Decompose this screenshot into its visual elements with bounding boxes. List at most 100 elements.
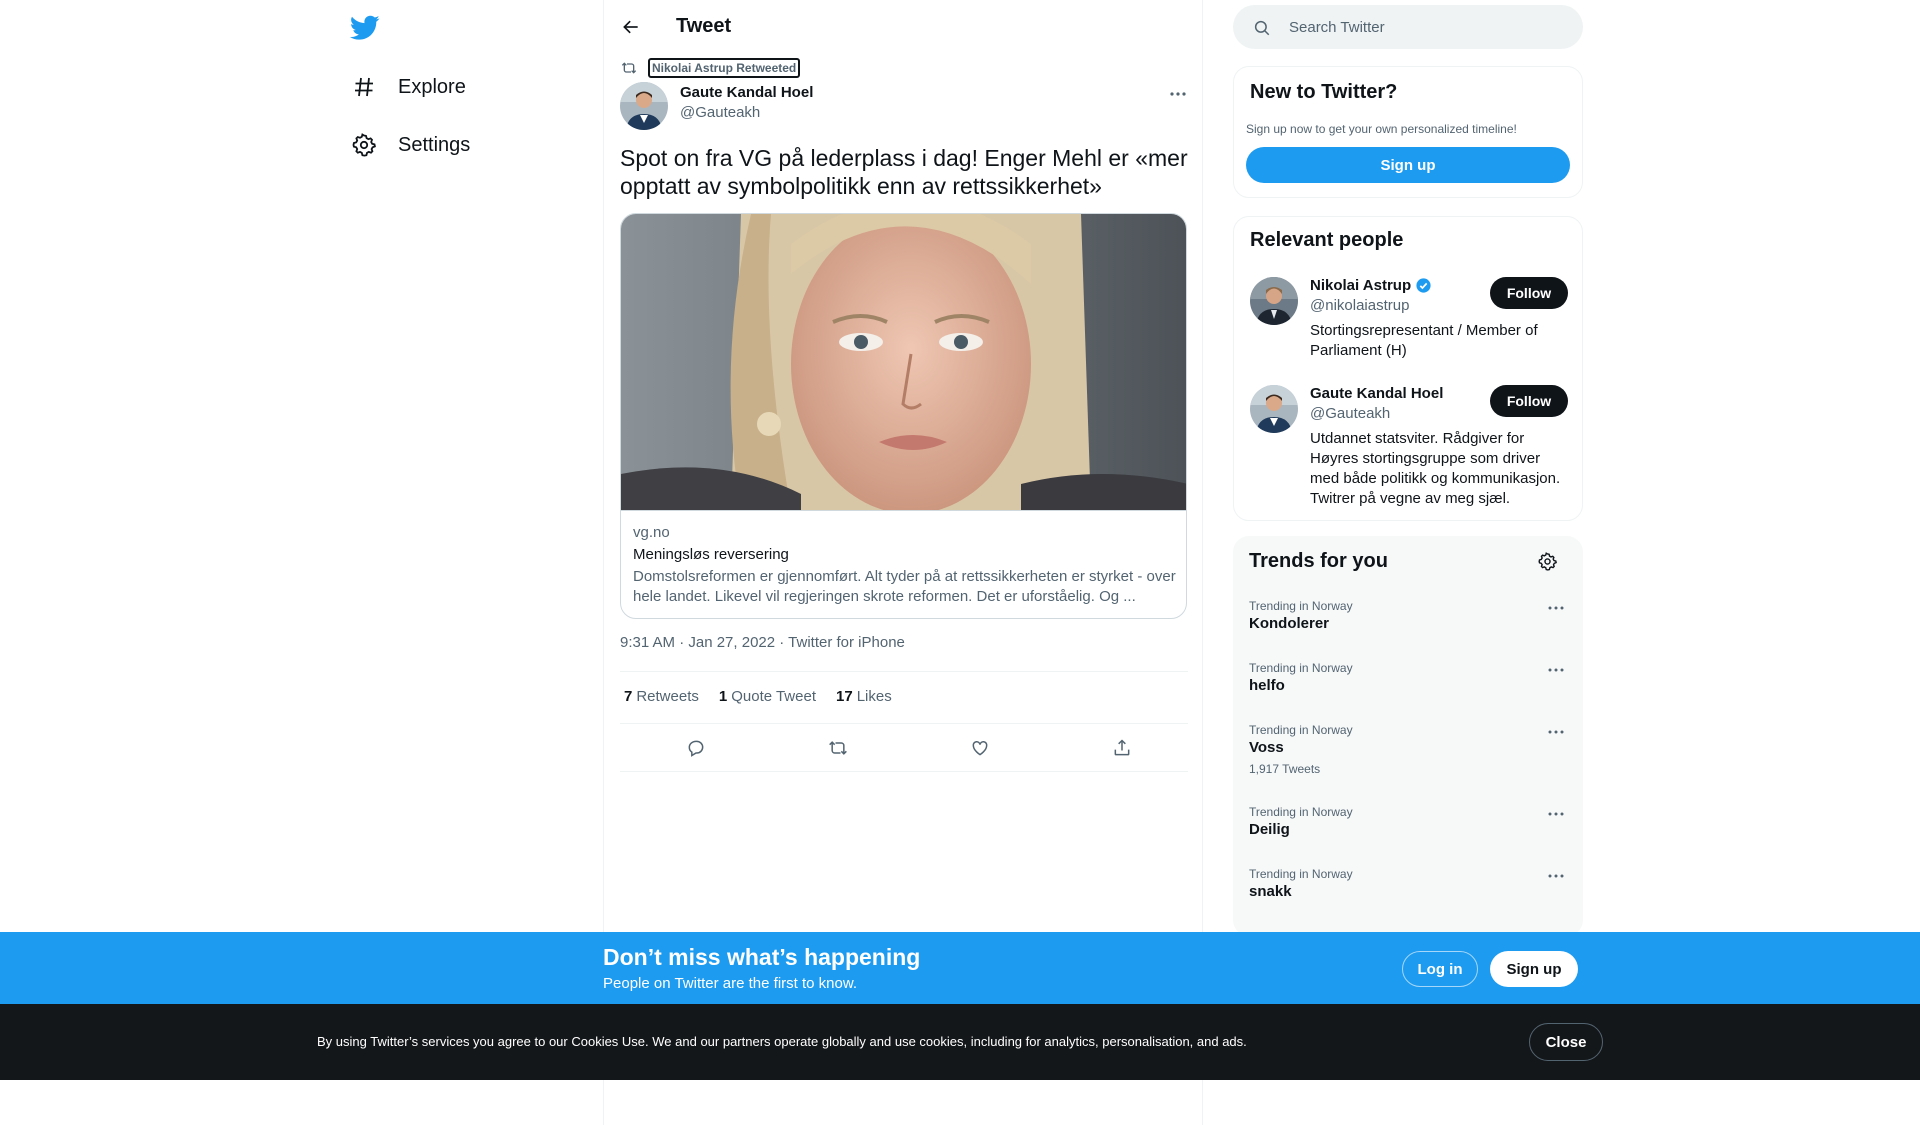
trend-name: Deilig [1249,821,1290,838]
new-to-twitter-title: New to Twitter? [1250,81,1398,103]
signup-banner: Don’t miss what’s happening People on Tw… [0,932,1920,1004]
banner-signup-button[interactable]: Sign up [1490,951,1578,987]
twitter-logo-icon[interactable] [349,12,382,44]
person-handle: @Gauteakh [1310,405,1391,422]
likes-label: Likes [856,688,892,705]
retweets-label: Retweets [636,688,699,705]
share-button[interactable] [1102,730,1142,770]
tweet-text: Spot on fra VG på lederplass i dag! Enge… [620,145,1188,199]
trend-category: Trending in Norway [1249,661,1353,675]
card-description: Domstolsreformen er gjennomført. Alt tyd… [633,568,1176,605]
trends-panel: Trends for you Trending in Norway Kondol… [1233,536,1583,936]
person-name-text: Gaute Kandal Hoel [1310,385,1444,402]
quotes-count: 1 [718,688,728,705]
share-icon [1112,738,1132,763]
trend-item[interactable]: Trending in Norway Voss 1,917 Tweets [1249,722,1569,778]
retweeted-by-link[interactable]: Nikolai Astrup Retweeted [648,58,801,78]
tweet-timestamp[interactable]: 9:31 AM · Jan 27, 2022 · Twitter for iPh… [620,634,905,651]
trend-category: Trending in Norway [1249,599,1353,613]
person-avatar[interactable] [1250,277,1298,325]
sidebar-signup-button[interactable]: Sign up [1246,147,1570,183]
divider [620,771,1188,772]
nav-explore[interactable]: Explore [350,67,466,107]
tweet-header: Tweet [604,0,1204,53]
card-image [621,214,1186,514]
trend-item[interactable]: Trending in Norway snakk [1249,866,1569,902]
likes-stat[interactable]: 17 Likes [836,688,892,705]
new-to-twitter-panel: New to Twitter? Sign up now to get your … [1233,66,1583,198]
author-avatar[interactable] [620,82,668,130]
trend-more-button[interactable] [1544,804,1568,824]
banner-title: Don’t miss what’s happening [603,944,921,970]
heart-icon [970,738,990,763]
card-title: Meningsløs reversering [633,546,789,563]
author-name[interactable]: Gaute Kandal Hoel [680,84,813,101]
card-body: vg.no Meningsløs reversering Domstolsref… [621,510,1186,618]
relevant-people-panel: Relevant people Nikolai Astrup @nikolaia… [1233,216,1583,521]
retweet-icon [620,59,638,77]
person-avatar[interactable] [1250,385,1298,433]
reply-icon [686,738,706,763]
search-input[interactable] [1289,5,1569,49]
author-handle[interactable]: @Gauteakh [680,104,760,121]
quote-tweets-stat[interactable]: 1 Quote Tweet [719,688,816,705]
follow-button[interactable]: Follow [1490,385,1568,417]
trend-item[interactable]: Trending in Norway Deilig [1249,804,1569,840]
nav-settings-label: Settings [398,133,471,156]
trend-category: Trending in Norway [1249,867,1353,881]
trend-item[interactable]: Trending in Norway helfo [1249,660,1569,696]
likes-count: 17 [836,688,853,705]
login-button[interactable]: Log in [1402,951,1478,987]
tweet-stats: 7 Retweets 1 Quote Tweet 17 Likes [624,688,912,705]
trend-more-button[interactable] [1544,866,1568,886]
reply-button[interactable] [676,730,716,770]
trend-item[interactable]: Trending in Norway Kondolerer [1249,598,1569,634]
follow-button[interactable]: Follow [1490,277,1568,309]
trends-settings-button[interactable] [1536,552,1558,576]
search-icon [1253,19,1271,37]
verified-badge-icon [1415,277,1432,294]
cookie-notice: By using Twitter’s services you agree to… [0,1004,1920,1080]
retweets-count: 7 [624,688,633,705]
person-name[interactable]: Nikolai Astrup [1310,277,1432,294]
like-button[interactable] [960,730,1000,770]
relevant-people-title: Relevant people [1250,229,1404,251]
retweet-context: Nikolai Astrup Retweeted [620,58,801,78]
search-box[interactable] [1233,5,1583,49]
new-to-twitter-subtitle: Sign up now to get your own personalized… [1246,122,1517,136]
page-title: Tweet [676,15,732,37]
person-card[interactable]: Nikolai Astrup @nikolaiastrup Stortingsr… [1250,277,1570,373]
hashtag-icon [350,73,378,101]
gear-icon [350,131,378,159]
card-domain: vg.no [633,524,670,541]
back-button[interactable] [614,10,648,44]
nav-settings[interactable]: Settings [350,125,470,165]
trend-name: Kondolerer [1249,615,1330,632]
retweet-button[interactable] [818,730,858,770]
trend-count: 1,917 Tweets [1249,762,1321,776]
trend-more-button[interactable] [1544,722,1568,742]
divider [620,723,1188,724]
retweet-icon [828,738,848,763]
trend-name: Voss [1249,739,1284,756]
trends-title: Trends for you [1249,550,1388,572]
person-name-text: Nikolai Astrup [1310,277,1412,294]
person-name[interactable]: Gaute Kandal Hoel [1310,385,1443,402]
person-bio: Utdannet statsviter. Rådgiver for Høyres… [1310,430,1561,507]
trend-more-button[interactable] [1544,660,1568,680]
divider [620,671,1188,672]
trend-name: snakk [1249,883,1292,900]
cookie-close-button[interactable]: Close [1529,1023,1603,1061]
banner-subtitle: People on Twitter are the first to know. [603,975,858,992]
person-bio: Stortingsrepresentant / Member of Parlia… [1310,322,1538,359]
gear-icon [1537,552,1557,576]
trend-more-button[interactable] [1544,598,1568,618]
person-card[interactable]: Gaute Kandal Hoel @Gauteakh Utdannet sta… [1250,385,1570,515]
more-options-button[interactable] [1164,84,1192,104]
quotes-label: Quote Tweet [731,688,816,705]
link-preview-card[interactable]: vg.no Meningsløs reversering Domstolsref… [620,213,1187,619]
cookie-text: By using Twitter’s services you agree to… [317,1034,1247,1049]
retweets-stat[interactable]: 7 Retweets [624,688,699,705]
person-handle: @nikolaiastrup [1310,297,1410,314]
trend-category: Trending in Norway [1249,805,1353,819]
